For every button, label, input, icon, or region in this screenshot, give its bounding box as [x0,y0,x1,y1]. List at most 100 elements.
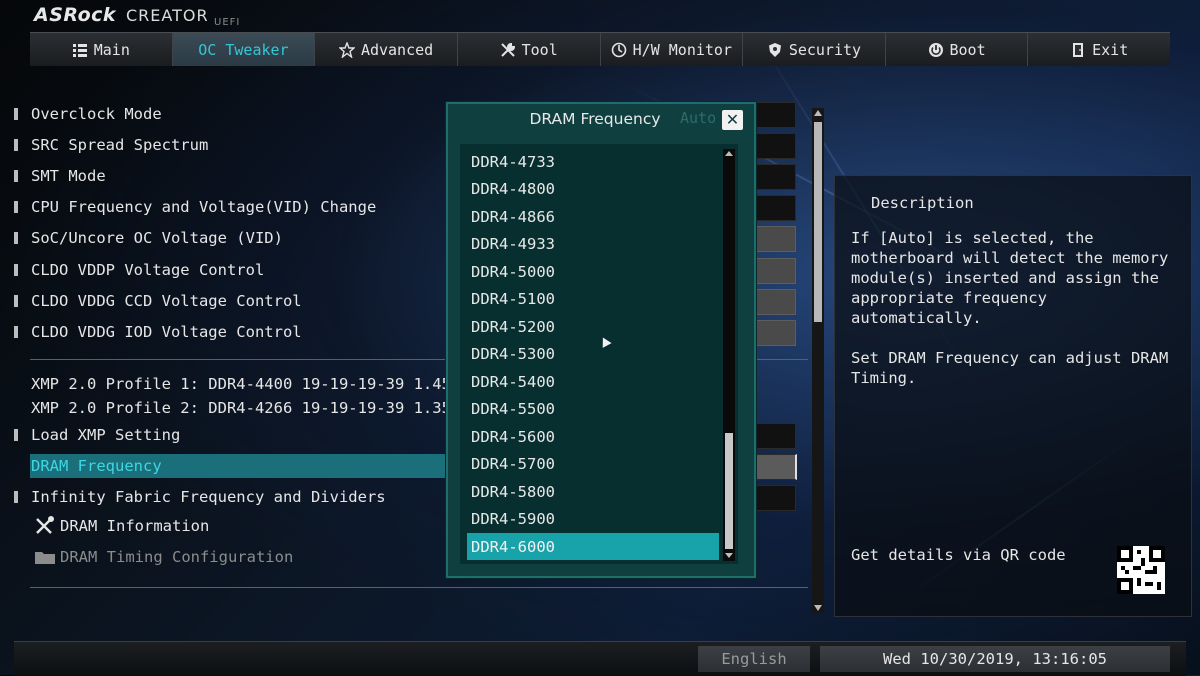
bullet-marker [14,491,18,503]
frequency-option[interactable]: DDR4-5400 [467,368,719,395]
tab-label: Main [93,40,130,59]
xmp-profile-2-info: XMP 2.0 Profile 2: DDR4-4266 19-19-19-39… [31,399,461,417]
menu-item-label: Infinity Fabric Frequency and Dividers [31,488,386,506]
frequency-option-list[interactable]: DDR4-4733 DDR4-4800 DDR4-4866 DDR4-4933 DDR4… [460,144,738,564]
frequency-option[interactable]: DDR4-4800 [467,176,719,203]
tab-tool[interactable]: Tool [458,33,601,66]
frequency-option[interactable]: DDR4-5900 [467,506,719,533]
scroll-down-arrow-icon[interactable] [725,553,733,558]
scroll-up-arrow-icon[interactable] [725,151,733,156]
tab-boot[interactable]: Boot [886,33,1029,66]
wrench-icon [500,42,515,57]
menu-item-cldo-vddp[interactable]: CLDO VDDP Voltage Control [14,258,264,282]
menu-item-smt-mode[interactable]: SMT Mode [14,164,106,188]
menu-item-label: DRAM Information [60,517,210,535]
footer-bar: English Wed 10/30/2019, 13:16:05 [14,641,1186,676]
language-button[interactable]: English [698,646,810,672]
scrollbar-thumb[interactable] [814,122,822,322]
menu-item-overclock-mode[interactable]: Overclock Mode [14,102,162,126]
tab-hw-monitor[interactable]: H/W Monitor [601,33,744,66]
shield-icon [768,42,781,57]
menu-item-label: CLDO VDDG IOD Voltage Control [31,323,302,341]
bullet-marker [14,139,18,151]
value-box[interactable] [756,226,796,252]
tab-label: Advanced [360,40,434,59]
menu-item-dram-information[interactable]: DRAM Information [34,514,209,538]
scrollbar-thumb[interactable] [725,433,733,549]
folder-icon [35,552,55,564]
menu-item-cldo-vddg-iod[interactable]: CLDO VDDG IOD Voltage Control [14,320,302,344]
frequency-option[interactable]: DDR4-5300 [467,341,719,368]
menu-item-label: DRAM Frequency [31,457,162,475]
wrench-screwdriver-icon [36,516,54,534]
frequency-option[interactable]: DDR4-5800 [467,478,719,505]
bullet-marker [14,295,18,307]
monitor-icon [611,42,626,57]
menu-item-src-spread-spectrum[interactable]: SRC Spread Spectrum [14,133,208,157]
tab-bar: Main OC Tweaker Advanced Tool H/W Monito… [30,32,1170,66]
frequency-option[interactable]: DDR4-5700 [467,451,719,478]
exit-icon [1073,42,1084,57]
value-box[interactable] [756,289,796,315]
close-button[interactable]: ✕ [722,110,743,130]
frequency-option[interactable]: DDR4-5600 [467,423,719,450]
frequency-option[interactable]: DDR4-5100 [467,286,719,313]
description-paragraph: If [Auto] is selected, the motherboard w… [851,229,1169,327]
scroll-down-arrow-icon[interactable] [814,605,822,611]
menu-item-dram-frequency[interactable]: DRAM Frequency [30,454,447,478]
menu-item-label: DRAM Timing Configuration [60,548,294,566]
value-box[interactable] [756,423,796,449]
brand-logo: ASRock [34,4,117,26]
star-icon [338,41,355,58]
list-scrollbar[interactable] [723,149,735,561]
menu-item-infinity-fabric[interactable]: Infinity Fabric Frequency and Dividers [14,485,386,509]
value-box[interactable] [756,133,796,159]
tab-label: Boot [949,40,986,59]
description-panel: Description If [Auto] is selected, the m… [834,175,1192,617]
description-title: Description [871,194,974,212]
tab-label: H/W Monitor [632,40,732,59]
description-paragraph: Set DRAM Frequency can adjust DRAM Timin… [851,349,1169,387]
tab-label: Tool [521,40,558,59]
frequency-option[interactable]: DDR4-4866 [467,203,719,230]
product-name: CREATOR [126,6,209,25]
menu-item-load-xmp[interactable]: Load XMP Setting [14,423,180,447]
bullet-marker [14,108,18,120]
bullet-marker [14,201,18,213]
menu-item-dram-timing[interactable]: DRAM Timing Configuration [34,545,293,569]
bullet-marker [14,170,18,182]
value-box[interactable] [756,195,796,221]
menu-item-label: SRC Spread Spectrum [31,136,209,154]
value-box[interactable] [756,164,796,190]
tab-main[interactable]: Main [30,33,173,66]
tab-label: Exit [1092,40,1129,59]
frequency-option[interactable]: DDR4-5200 [467,313,719,340]
value-box[interactable] [756,102,796,128]
frequency-option[interactable]: DDR4-4733 [467,148,719,175]
menu-item-cpu-frequency-voltage[interactable]: CPU Frequency and Voltage(VID) Change [14,195,376,219]
menu-item-soc-uncore-voltage[interactable]: SoC/Uncore OC Voltage (VID) [14,226,283,250]
menu-item-label: CLDO VDDG CCD Voltage Control [31,292,302,310]
scroll-up-arrow-icon[interactable] [814,110,822,116]
menu-item-label: SoC/Uncore OC Voltage (VID) [31,229,283,247]
bullet-marker [14,232,18,244]
dram-frequency-value-box[interactable] [756,454,797,480]
list-icon [72,43,87,57]
tab-advanced[interactable]: Advanced [315,33,458,66]
description-text: If [Auto] is selected, the motherboard w… [851,228,1181,408]
main-scrollbar[interactable] [812,108,824,613]
value-box[interactable] [756,258,796,284]
header: ASRock CREATOR UEFI [0,0,1200,32]
frequency-option[interactable]: DDR4-6000 [467,533,719,560]
bullet-marker [14,429,18,441]
frequency-option[interactable]: DDR4-4933 [467,231,719,258]
tab-security[interactable]: Security [743,33,886,66]
frequency-option[interactable]: DDR4-5500 [467,396,719,423]
tab-exit[interactable]: Exit [1028,33,1170,66]
frequency-option[interactable]: DDR4-5000 [467,258,719,285]
value-box[interactable] [756,485,796,511]
value-box[interactable] [756,320,796,346]
xmp-profile-1-info: XMP 2.0 Profile 1: DDR4-4400 19-19-19-39… [31,375,461,393]
tab-oc-tweaker[interactable]: OC Tweaker [172,33,316,66]
menu-item-cldo-vddg-ccd[interactable]: CLDO VDDG CCD Voltage Control [14,289,302,313]
